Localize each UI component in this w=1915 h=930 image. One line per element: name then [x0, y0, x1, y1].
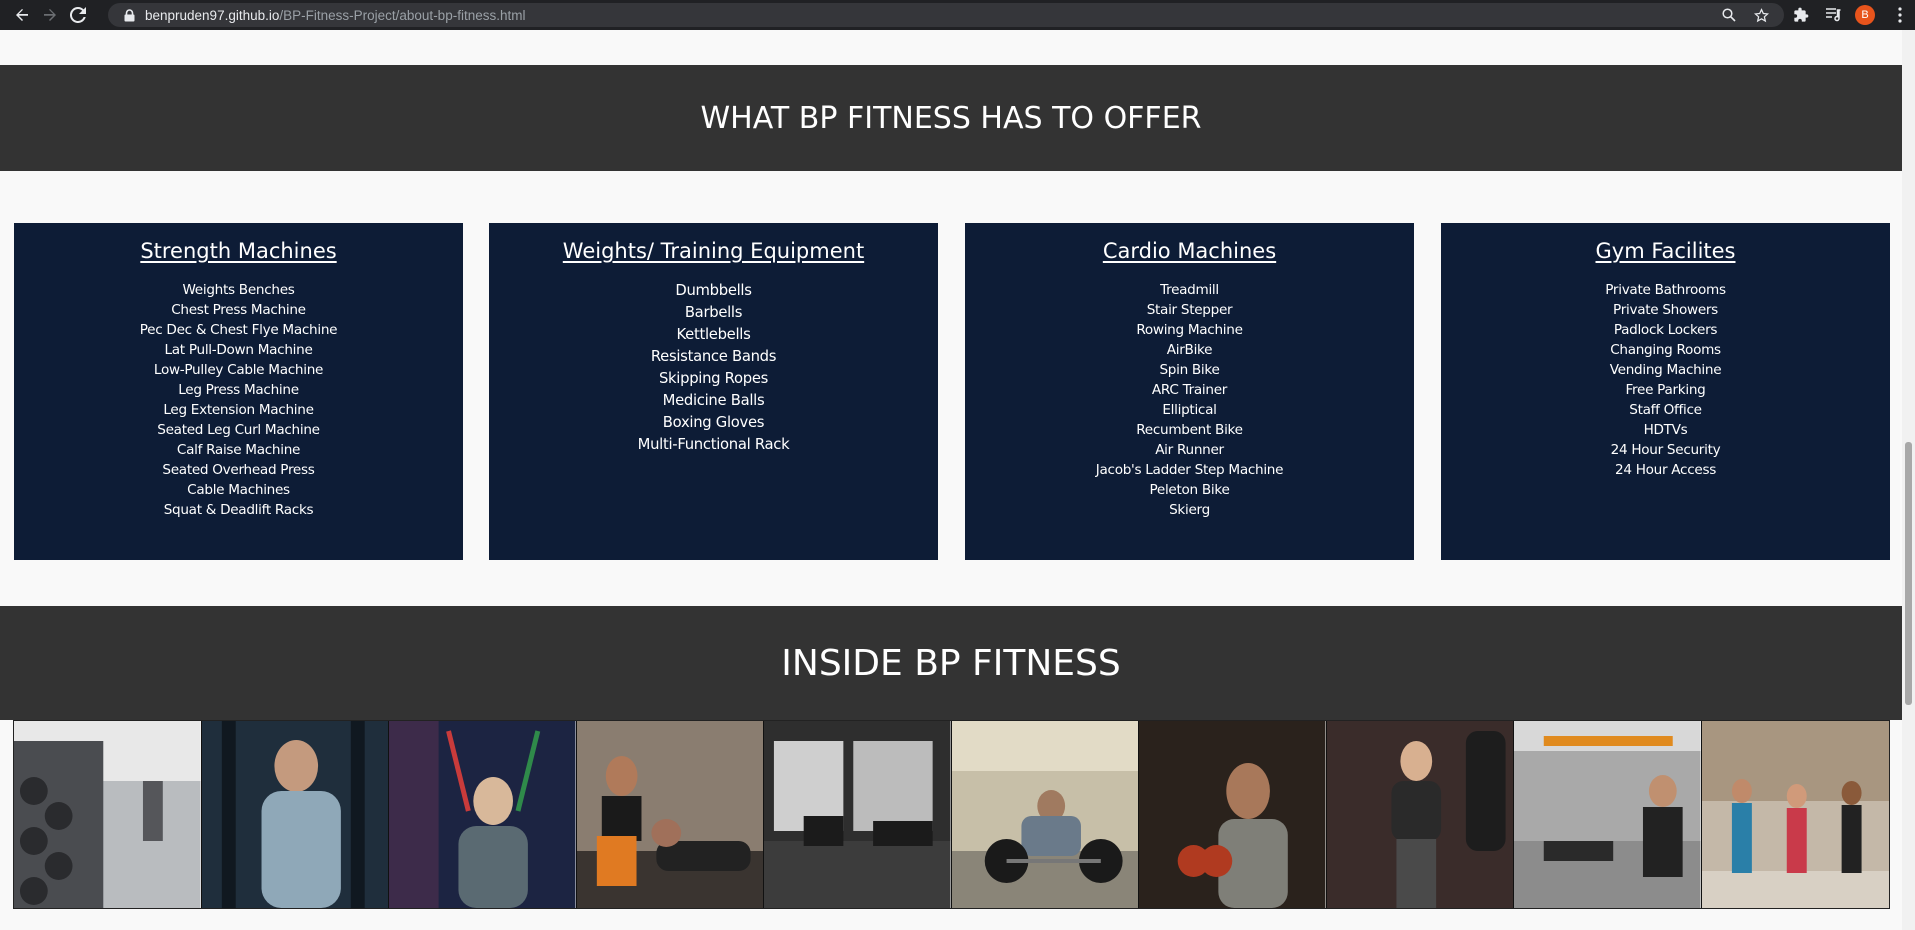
list-item: Staff Office — [1629, 402, 1702, 418]
list-item: Leg Extension Machine — [163, 402, 314, 418]
reload-button[interactable] — [64, 0, 92, 30]
gallery-photo-deadlift[interactable] — [951, 721, 1139, 908]
gallery-photo-empty-gym[interactable] — [764, 721, 952, 908]
list-item: Elliptical — [1162, 402, 1217, 418]
list-item: Private Showers — [1613, 302, 1718, 318]
list-item: Free Parking — [1625, 382, 1706, 398]
more-menu-icon[interactable] — [1891, 6, 1909, 24]
list-item: Vending Machine — [1609, 362, 1722, 378]
list-item: Calf Raise Machine — [176, 442, 301, 458]
gallery-photo-cable-row[interactable] — [201, 721, 389, 908]
list-item: Seated Leg Curl Machine — [157, 422, 320, 438]
list-item: Low-Pulley Cable Machine — [153, 362, 324, 378]
list-item: Resistance Bands — [650, 348, 777, 365]
list-item: Padlock Lockers — [1613, 322, 1718, 338]
browser-toolbar: benpruden97.github.io/BP-Fitness-Project… — [0, 0, 1915, 30]
list-item: Squat & Deadlift Racks — [163, 502, 314, 518]
offer-heading-band: WHAT BP FITNESS HAS TO OFFER — [0, 65, 1902, 171]
card-title: Cardio Machines — [1102, 239, 1277, 263]
list-item: Treadmill — [1160, 282, 1219, 298]
gallery-photo-woman-boxing[interactable] — [1326, 721, 1514, 908]
scrollbar-thumb[interactable] — [1905, 442, 1912, 705]
list-item: 24 Hour Security — [1610, 442, 1721, 458]
card-title: Gym Facilites — [1595, 239, 1736, 263]
zoom-icon[interactable] — [1721, 7, 1737, 23]
list-item: Stair Stepper — [1146, 302, 1233, 318]
list-item: Pec Dec & Chest Flye Machine — [139, 322, 338, 338]
card-title: Weights/ Training Equipment — [562, 239, 865, 263]
address-bar[interactable]: benpruden97.github.io/BP-Fitness-Project… — [108, 3, 1784, 27]
profile-avatar[interactable]: B — [1855, 5, 1875, 25]
page-content: WHAT BP FITNESS HAS TO OFFER Strength Ma… — [0, 30, 1902, 930]
arrow-left-icon — [16, 9, 28, 21]
list-item: Skipping Ropes — [658, 370, 769, 387]
gallery-photo-trainer-pushup[interactable] — [576, 721, 764, 908]
list-item: Peleton Bike — [1149, 482, 1230, 498]
list-item: ARC Trainer — [1151, 382, 1228, 398]
list-item: Lat Pull-Down Machine — [164, 342, 313, 358]
url-path: /BP-Fitness-Project/about-bp-fitness.htm… — [279, 7, 526, 23]
lock-icon[interactable] — [122, 8, 136, 22]
arrow-right-icon — [44, 9, 56, 21]
equipment-list: Dumbbells Barbells Kettlebells Resistanc… — [489, 280, 938, 456]
card-title: Strength Machines — [140, 239, 337, 263]
list-item: Recumbent Bike — [1136, 422, 1243, 438]
gallery-photo-dumbbell-rack[interactable] — [14, 721, 202, 908]
gallery-photo-resistance-band[interactable] — [389, 721, 577, 908]
equipment-list: Private Bathrooms Private Showers Padloc… — [1441, 280, 1890, 480]
list-item: Changing Rooms — [1610, 342, 1721, 358]
list-item: Rowing Machine — [1136, 322, 1243, 338]
gallery-photo-group-training[interactable] — [1514, 721, 1702, 908]
card-gym-facilities: Gym Facilites Private Bathrooms Private … — [1441, 223, 1890, 560]
offer-heading: WHAT BP FITNESS HAS TO OFFER — [700, 100, 1202, 136]
gallery-photo-womens-class[interactable] — [1701, 721, 1889, 908]
card-weights-training-equipment: Weights/ Training Equipment Dumbbells Ba… — [489, 223, 938, 560]
list-item: Skierg — [1169, 502, 1210, 518]
inside-heading-band: INSIDE BP FITNESS — [0, 606, 1902, 720]
back-button[interactable] — [8, 0, 36, 30]
equipment-list: Weights Benches Chest Press Machine Pec … — [14, 280, 463, 520]
photo-gallery — [13, 720, 1890, 909]
list-item: Weights Benches — [182, 282, 295, 298]
list-item: 24 Hour Access — [1614, 462, 1717, 478]
list-item: Jacob's Ladder Step Machine — [1095, 462, 1284, 478]
inside-heading: INSIDE BP FITNESS — [781, 642, 1121, 684]
url-host: benpruden97.github.io — [145, 7, 280, 23]
list-item: Kettlebells — [676, 326, 751, 343]
page-scrollbar[interactable] — [1902, 30, 1915, 930]
list-item: Boxing Gloves — [662, 414, 765, 431]
list-item: Leg Press Machine — [178, 382, 299, 398]
reload-icon — [70, 7, 86, 23]
card-cardio-machines: Cardio Machines Treadmill Stair Stepper … — [965, 223, 1414, 560]
list-item: Chest Press Machine — [171, 302, 306, 318]
equipment-list: Treadmill Stair Stepper Rowing Machine A… — [965, 280, 1414, 520]
list-item: AirBike — [1166, 342, 1213, 358]
list-item: Barbells — [684, 304, 743, 321]
gallery-photo-dumbbell-curl[interactable] — [1139, 721, 1327, 908]
list-item: Air Runner — [1155, 442, 1224, 458]
list-item: Private Bathrooms — [1605, 282, 1726, 298]
bookmark-star-icon[interactable] — [1753, 7, 1769, 23]
card-strength-machines: Strength Machines Weights Benches Chest … — [14, 223, 463, 560]
reading-list-icon[interactable] — [1825, 6, 1843, 24]
list-item: Spin Bike — [1159, 362, 1220, 378]
extensions-puzzle-icon[interactable] — [1792, 6, 1810, 24]
list-item: Dumbbells — [675, 282, 752, 299]
list-item: Multi-Functional Rack — [637, 436, 790, 453]
forward-button[interactable] — [36, 0, 64, 30]
url-text[interactable]: benpruden97.github.io/BP-Fitness-Project… — [145, 8, 525, 23]
list-item: Medicine Balls — [662, 392, 765, 409]
list-item: HDTVs — [1643, 422, 1688, 438]
list-item: Cable Machines — [187, 482, 290, 498]
list-item: Seated Overhead Press — [162, 462, 315, 478]
